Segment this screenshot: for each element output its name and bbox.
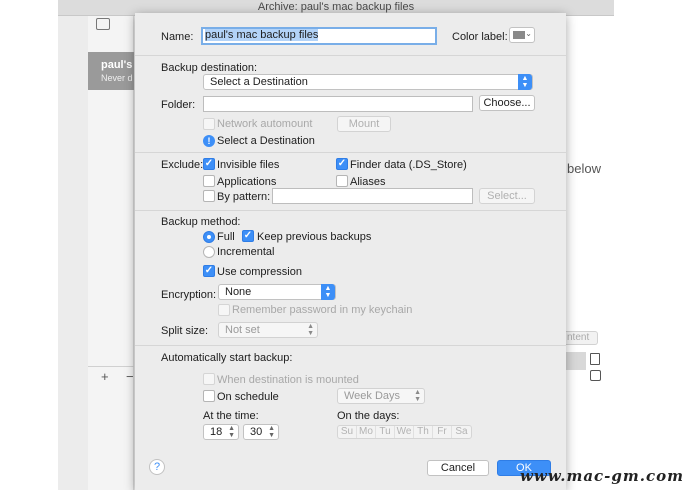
backup-destination-label: Backup destination:	[161, 62, 258, 74]
separator	[135, 55, 566, 56]
auto-start-label: Automatically start backup:	[161, 352, 293, 364]
separator	[135, 345, 566, 346]
days-segmented-control: Su Mo Tu We Th Fr Sa	[337, 425, 472, 439]
incremental-label: Incremental	[217, 246, 275, 258]
remember-password-label: Remember password in my keychain	[232, 304, 413, 316]
by-pattern-checkbox[interactable]	[203, 190, 215, 202]
encryption-label: Encryption:	[161, 289, 217, 301]
archive-icon[interactable]	[96, 18, 110, 30]
stepper-arrows-icon: ▲ ▼	[268, 425, 275, 439]
aliases-checkbox[interactable]	[336, 175, 348, 187]
color-label-popup[interactable]: ⌄	[509, 27, 535, 43]
split-size-popup[interactable]: Not set ▲ ▼	[218, 322, 318, 338]
add-archive-button[interactable]: +	[101, 369, 109, 384]
watermark: www.mac-gm.com	[520, 467, 684, 485]
applications-checkbox[interactable]	[203, 175, 215, 187]
on-days-label: On the days:	[337, 410, 400, 422]
content-gray-block	[566, 352, 586, 370]
schedule-popup[interactable]: Week Days ▲ ▼	[337, 388, 425, 404]
popup-arrows-icon: ▲ ▼	[321, 284, 335, 300]
keep-previous-checkbox[interactable]: ✓	[242, 230, 254, 242]
separator	[135, 210, 566, 211]
window-title: Archive: paul's mac backup files	[257, 1, 415, 13]
full-radio[interactable]	[203, 231, 215, 243]
split-size-label: Split size:	[161, 325, 209, 337]
finder-data-checkbox[interactable]: ✓	[336, 158, 348, 170]
remember-password-checkbox[interactable]	[218, 304, 230, 316]
schedule-popup-value: Week Days	[344, 390, 401, 402]
help-button[interactable]: ?	[149, 459, 165, 475]
document-icon[interactable]	[590, 353, 600, 365]
split-size-popup-value: Not set	[225, 324, 260, 336]
destination-popup[interactable]: Select a Destination ▲ ▼	[203, 74, 533, 90]
minute-value: 30	[250, 426, 263, 438]
day-wednesday[interactable]: We	[395, 426, 414, 438]
separator	[135, 152, 566, 153]
mount-button[interactable]: Mount	[337, 116, 391, 132]
sidebar-item-title: paul's m	[101, 59, 134, 71]
network-automount-label: Network automount	[217, 118, 313, 130]
on-schedule-label: On schedule	[217, 391, 279, 403]
aliases-label: Aliases	[350, 176, 386, 188]
pattern-field[interactable]	[272, 188, 473, 204]
folder-field[interactable]	[203, 96, 473, 112]
hour-stepper[interactable]: 18 ▲ ▼	[203, 424, 239, 440]
day-friday[interactable]: Fr	[433, 426, 452, 438]
by-pattern-label: By pattern:	[217, 191, 271, 203]
destination-warning-text: Select a Destination	[217, 135, 315, 147]
schedule-icon[interactable]	[590, 370, 601, 381]
stepper-arrows-icon: ▲ ▼	[228, 425, 235, 439]
popup-arrows-icon: ▲ ▼	[414, 389, 421, 403]
hour-value: 18	[210, 426, 223, 438]
use-compression-checkbox[interactable]: ✓	[203, 265, 215, 277]
finder-data-label: Finder data (.DS_Store)	[350, 159, 467, 171]
name-label: Name:	[161, 31, 194, 43]
folder-label: Folder:	[161, 99, 196, 111]
day-sunday[interactable]: Su	[338, 426, 357, 438]
network-automount-checkbox[interactable]	[203, 118, 215, 130]
content-pane	[566, 16, 614, 490]
content-pane-text: below	[567, 161, 601, 176]
at-time-label: At the time:	[203, 410, 259, 422]
minute-stepper[interactable]: 30 ▲ ▼	[243, 424, 279, 440]
encryption-popup-value: None	[225, 286, 252, 298]
day-saturday[interactable]: Sa	[452, 426, 471, 438]
name-field-value: paul's mac backup files	[205, 29, 319, 41]
name-field[interactable]: paul's mac backup files	[201, 27, 437, 45]
backup-method-label: Backup method:	[161, 216, 241, 228]
day-thursday[interactable]: Th	[414, 426, 433, 438]
color-label-label: Color label:	[452, 31, 508, 43]
color-swatch	[513, 31, 525, 39]
when-mounted-checkbox[interactable]	[203, 373, 215, 385]
day-tuesday[interactable]: Tu	[376, 426, 395, 438]
archive-settings-sheet: Name: paul's mac backup files Color labe…	[135, 13, 566, 490]
popup-arrows-icon: ▲ ▼	[307, 323, 314, 337]
on-schedule-checkbox[interactable]	[203, 390, 215, 402]
popup-arrows-icon: ▲ ▼	[518, 74, 532, 90]
sidebar-item-selected[interactable]	[88, 52, 134, 90]
chevron-down-icon: ⌄	[525, 29, 532, 38]
info-icon: !	[203, 135, 215, 147]
keep-previous-label: Keep previous backups	[257, 231, 372, 243]
sidebar-divider	[88, 366, 134, 367]
full-label: Full	[217, 231, 235, 243]
applications-label: Applications	[217, 176, 277, 188]
cancel-button[interactable]: Cancel	[427, 460, 489, 476]
select-button[interactable]: Select...	[479, 188, 535, 204]
day-monday[interactable]: Mo	[357, 426, 376, 438]
destination-popup-value: Select a Destination	[210, 76, 308, 88]
invisible-files-checkbox[interactable]: ✓	[203, 158, 215, 170]
when-mounted-label: When destination is mounted	[217, 374, 359, 386]
use-compression-label: Use compression	[217, 266, 302, 278]
remove-archive-button[interactable]: −	[126, 369, 134, 384]
incremental-radio[interactable]	[203, 246, 215, 258]
choose-button[interactable]: Choose...	[479, 95, 535, 111]
encryption-popup[interactable]: None ▲ ▼	[218, 284, 336, 300]
exclude-label: Exclude:	[161, 159, 204, 171]
content-button[interactable]: ntent	[566, 331, 598, 345]
invisible-files-label: Invisible files	[217, 159, 280, 171]
sidebar-item-subtitle: Never d	[101, 73, 133, 83]
